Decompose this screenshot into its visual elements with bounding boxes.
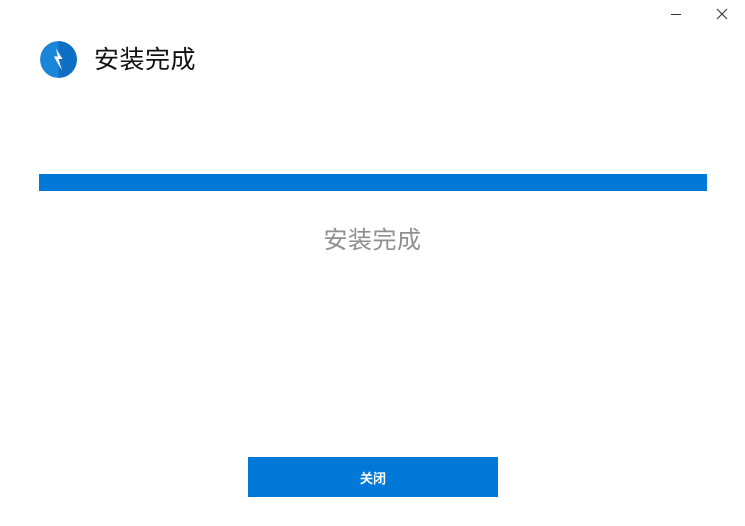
progress-bar [39, 174, 707, 191]
progress-fill [39, 174, 707, 191]
window-controls [653, 0, 745, 28]
close-button[interactable]: 关闭 [248, 457, 498, 497]
installer-window: 安装完成 安装完成 关闭 [0, 0, 745, 526]
window-close-button[interactable] [699, 0, 745, 28]
minimize-button[interactable] [653, 0, 699, 28]
page-title: 安装完成 [94, 45, 197, 74]
close-icon [716, 8, 728, 20]
status-text: 安装完成 [323, 226, 422, 254]
lightning-bolt-icon [40, 41, 77, 78]
header: 安装完成 [40, 41, 196, 78]
minimize-icon [671, 14, 681, 15]
